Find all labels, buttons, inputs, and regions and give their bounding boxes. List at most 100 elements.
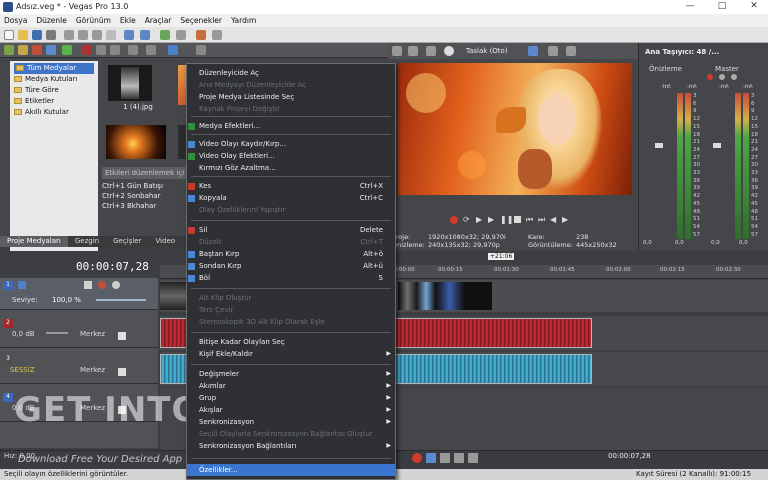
mute-icon[interactable] (707, 74, 713, 80)
context-menu-item[interactable]: Grup ▶ (187, 392, 395, 404)
context-menu-item[interactable]: Baştan Kırp Alt+ö (187, 248, 395, 260)
go-end-icon[interactable]: ⏭ (538, 215, 545, 225)
tree-item-medya-kutulari[interactable]: Medya Kutuları (14, 74, 94, 85)
context-menu-item[interactable]: Seçili Olaylarla Senkronizasyon Bağlantı… (187, 428, 395, 440)
menu-gorunum[interactable]: Görünüm (76, 16, 111, 25)
track-motion-icon[interactable] (18, 281, 26, 289)
context-menu-item[interactable]: Bitişe Kadar Olaylan Seç (187, 336, 395, 348)
copy-snapshot-icon[interactable] (566, 46, 576, 56)
menu-dosya[interactable]: Dosya (4, 16, 27, 25)
media-thumbnail[interactable] (108, 65, 152, 101)
capture-icon[interactable] (18, 45, 28, 55)
undo-icon[interactable] (124, 30, 134, 40)
tree-item-tum-medyalar[interactable]: Tüm Medyalar (14, 63, 94, 74)
render-icon[interactable] (46, 30, 56, 40)
stop-icon[interactable] (514, 216, 521, 223)
properties-icon[interactable] (96, 45, 106, 55)
zoom-edit-icon[interactable] (468, 453, 478, 463)
normal-edit-icon[interactable] (426, 453, 436, 463)
context-menu-item[interactable]: Ana Medyayı Düzenleyicide Aç (187, 79, 395, 91)
track-header-audio[interactable]: 2 0,0 dB Merkez (0, 316, 158, 348)
help-icon[interactable] (212, 30, 222, 40)
context-menu-item[interactable]: Sondan Kırp Alt+ü (187, 260, 395, 272)
search-media-icon[interactable] (196, 45, 206, 55)
context-menu-item[interactable]: Düzelt Ctrl+T (187, 236, 395, 248)
pan-knob[interactable] (118, 332, 126, 340)
tree-item-ture-gore[interactable]: Türe Göre (14, 85, 94, 96)
context-menu-item[interactable]: Stereoskopik 3D Alt Klip Olarak Eşle (187, 316, 395, 328)
solo-icon[interactable] (112, 281, 120, 289)
envelope-edit-icon[interactable] (440, 453, 450, 463)
preview-fader[interactable] (655, 143, 663, 148)
cut-icon[interactable] (64, 30, 74, 40)
master-fader[interactable] (713, 143, 721, 148)
redo-icon[interactable] (140, 30, 150, 40)
media-fx-icon[interactable] (46, 45, 56, 55)
grid-view-icon[interactable] (168, 45, 178, 55)
close-button[interactable]: ✕ (740, 1, 768, 13)
tools-icon[interactable] (128, 45, 138, 55)
go-start-icon[interactable]: ⏮ (526, 215, 533, 225)
context-menu-item[interactable]: Alt Klip Oluştur (187, 292, 395, 304)
delete-icon[interactable] (106, 30, 116, 40)
level-slider[interactable] (96, 299, 146, 301)
fx-icon[interactable] (426, 46, 436, 56)
context-menu-item[interactable]: Kopyala Ctrl+C (187, 192, 395, 204)
fx-chain-icon[interactable] (731, 74, 737, 80)
tab-gecisler[interactable]: Geçişler (106, 236, 148, 247)
menu-secenekler[interactable]: Seçenekler (180, 16, 222, 25)
select-tool-icon[interactable] (160, 30, 170, 40)
pause-icon[interactable]: ❚❚ (500, 215, 513, 224)
track-header-video[interactable]: 1 Seviye: 100,0 % (0, 278, 158, 310)
tab-video[interactable]: Video (148, 236, 182, 247)
selection-edit-icon[interactable] (454, 453, 464, 463)
fx-icon[interactable] (84, 281, 92, 289)
prev-frame-icon[interactable]: ◀ (550, 215, 556, 224)
tree-item-akilli-kutular[interactable]: Akıllı Kutular (14, 107, 94, 118)
context-menu-item[interactable]: Proje Medya Listesinde Seç (187, 91, 395, 103)
context-menu-item[interactable]: Kaynak Projeyi Değiştir (187, 103, 395, 115)
solo-icon[interactable] (719, 74, 725, 80)
maximize-button[interactable]: □ (708, 1, 736, 13)
zoom-tool-icon[interactable] (176, 30, 186, 40)
project-props-icon[interactable] (392, 46, 402, 56)
green-fx-icon[interactable] (62, 45, 72, 55)
context-menu-item[interactable]: Değişmeler ▶ (187, 368, 395, 380)
context-menu-item[interactable]: Senkronizasyon Bağlantıları ▶ (187, 440, 395, 452)
mute-icon[interactable] (98, 281, 106, 289)
volume-slider[interactable] (46, 332, 68, 334)
context-menu-item[interactable]: Olay Özelliklerini Yapıştır (187, 204, 395, 216)
context-menu-item[interactable]: Akışlar ▶ (187, 404, 395, 416)
context-menu-item[interactable]: Medya Efektleri... (187, 120, 395, 132)
context-menu-item[interactable]: Kırmızı Göz Azaltma... (187, 162, 395, 174)
context-menu-item[interactable]: Akımlar ▶ (187, 380, 395, 392)
play-icon[interactable]: ▶ (488, 215, 494, 224)
effect-item[interactable]: Ctrl+3 Bkhahar (102, 201, 163, 211)
pan-knob[interactable] (118, 368, 126, 376)
preview-quality[interactable]: Taslak (Oto) (466, 47, 508, 55)
context-menu-item[interactable]: Video Olayı Kaydır/Kırp... (187, 138, 395, 150)
views-icon[interactable] (110, 45, 120, 55)
delete-media-icon[interactable] (82, 45, 92, 55)
context-menu-item[interactable]: Senkronizasyon ▶ (187, 416, 395, 428)
copy-icon[interactable] (78, 30, 88, 40)
new-file-icon[interactable] (4, 30, 14, 40)
media-thumbnail[interactable] (106, 125, 166, 159)
save-icon[interactable] (32, 30, 42, 40)
video-event[interactable] (160, 282, 188, 310)
loop-icon[interactable]: ⟳ (463, 215, 473, 224)
effects-placeholder[interactable]: Etkileri düzenlemek içi (102, 167, 192, 179)
menu-ekle[interactable]: Ekle (120, 16, 136, 25)
context-menu-item[interactable]: Sil Delete (187, 224, 395, 236)
open-folder-icon[interactable] (18, 30, 28, 40)
paste-icon[interactable] (92, 30, 102, 40)
tab-proje-medyalari[interactable]: Proje Medyaları (0, 236, 68, 247)
tree-item-etiketler[interactable]: Etiketler (14, 96, 94, 107)
record-icon[interactable] (412, 453, 422, 463)
import-media-icon[interactable] (4, 45, 14, 55)
context-menu-item[interactable]: Video Olay Efektleri... (187, 150, 395, 162)
snapshot-icon[interactable] (548, 46, 558, 56)
next-frame-icon[interactable]: ▶ (562, 215, 568, 224)
menu-araclar[interactable]: Araçlar (145, 16, 172, 25)
track-header-audio[interactable]: 3 SESSİZ Merkez (0, 352, 158, 384)
